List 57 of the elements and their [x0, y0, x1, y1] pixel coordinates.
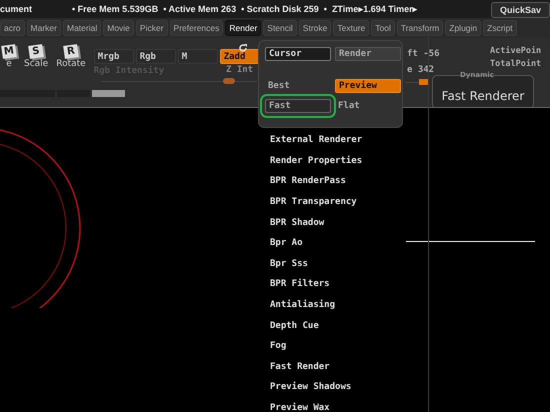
menu-tab[interactable]: acro — [0, 20, 25, 36]
transform-tool-button[interactable]: R Rotate — [56, 45, 86, 69]
menu-tab[interactable]: Stroke — [298, 20, 332, 36]
points-label: ActivePoin — [490, 46, 542, 56]
menu-tab[interactable]: Marker — [26, 20, 61, 36]
menu-item[interactable]: Bpr Ao — [270, 232, 303, 254]
z-intensity-value: e 342 — [407, 65, 434, 75]
status-text: • — [324, 4, 327, 14]
menu-item[interactable]: External Renderer — [270, 130, 362, 151]
render-mode-label: Best — [267, 80, 291, 93]
mode-button[interactable]: M — [178, 49, 218, 64]
mode-button[interactable]: Rgb — [136, 49, 176, 64]
render-mode-button[interactable]: Preview — [335, 79, 401, 93]
popup-tab[interactable]: Cursor — [265, 47, 331, 61]
menu-tab[interactable]: Zplugin — [445, 20, 482, 36]
menu-item[interactable]: Fast Render — [270, 356, 330, 378]
menu-item[interactable]: Depth Cue — [270, 315, 319, 336]
menu-tab[interactable]: Texture — [333, 20, 370, 36]
mode-button[interactable]: Zadd — [220, 49, 260, 64]
menu-item[interactable]: BPR Filters — [270, 274, 330, 295]
menu-item[interactable]: BPR RenderPass — [270, 171, 346, 192]
menu-tab[interactable]: Zscript — [483, 20, 517, 36]
shelf-scrollbar[interactable] — [0, 90, 125, 97]
refresh-icon[interactable] — [238, 43, 248, 53]
draw-size-value: ft -56 — [407, 49, 440, 59]
status-text: ZTime▸1.694 Timer▸ — [332, 4, 418, 14]
points-label: TotalPoint — [490, 59, 542, 69]
menu-item[interactable]: Preview Shadows — [270, 377, 352, 398]
menu-item[interactable]: Preview Wax — [270, 398, 330, 412]
slider-label: Z Int — [226, 65, 254, 75]
menu-item[interactable]: Bpr Sss — [270, 254, 308, 274]
quicksave-button[interactable]: QuickSav — [490, 2, 550, 18]
menu-tab[interactable]: Render — [225, 20, 262, 36]
menu-tab[interactable]: Movie — [103, 20, 134, 36]
menu-tab[interactable]: Preferences — [170, 20, 224, 36]
transform-tool-button[interactable]: S Scale — [24, 45, 48, 69]
menu-tab[interactable]: Transform — [396, 20, 444, 36]
menu-tab[interactable]: Stencil — [263, 20, 297, 36]
menu-item[interactable]: Render Properties — [270, 150, 362, 172]
menu-tab[interactable]: Picker — [136, 20, 168, 36]
slider-thumb[interactable] — [419, 79, 430, 85]
z-intensity-slider[interactable] — [405, 79, 429, 86]
menu-tab[interactable]: Tool — [371, 20, 395, 36]
menu-item[interactable]: BPR Shadow — [270, 212, 324, 233]
menu-item[interactable]: Fog — [270, 336, 286, 357]
status-text: • Free Mem 5.539GB — [72, 4, 158, 14]
rgb-intensity-slider[interactable] — [100, 78, 257, 85]
slider-thumb[interactable] — [222, 78, 235, 84]
render-mode-label: Flat — [337, 100, 361, 113]
menu-tab[interactable]: Material — [63, 20, 102, 36]
menu-item[interactable]: BPR Transparency — [270, 192, 357, 212]
status-text: • Active Mem 263 — [163, 4, 236, 14]
popup-tab[interactable]: Render — [335, 47, 401, 61]
document-title: cument — [0, 4, 32, 14]
mode-button[interactable]: Mrgb — [94, 49, 134, 64]
menu-item[interactable]: Antialiasing — [270, 294, 336, 316]
status-text: • Scratch Disk 259 — [241, 4, 319, 14]
